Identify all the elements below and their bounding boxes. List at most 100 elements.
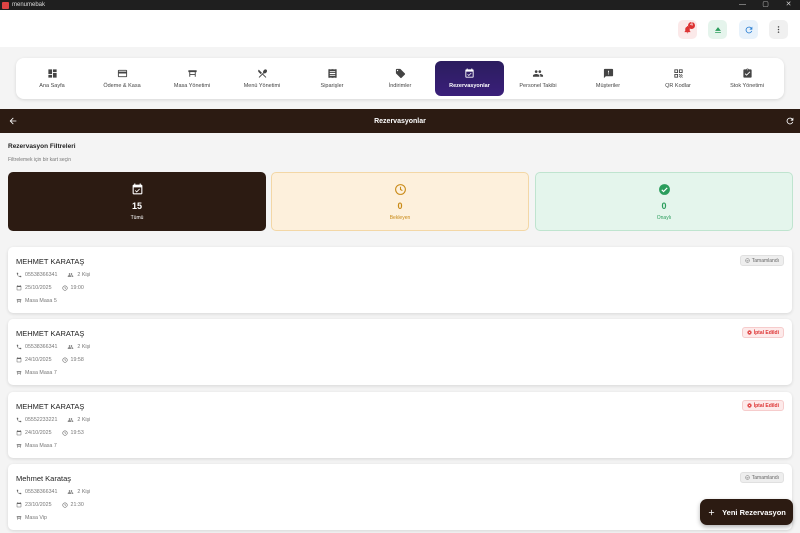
calendar-icon xyxy=(16,430,22,436)
nav-item-menu-yonetimi[interactable]: Menü Yönetimi xyxy=(232,61,292,96)
clock-icon xyxy=(394,183,406,195)
filter-count: 0 xyxy=(397,200,403,211)
nav-item-musteriler[interactable]: Müşteriler xyxy=(578,61,638,96)
status-badge: İptal Edildi xyxy=(741,327,784,338)
reservation-time: 21:30 xyxy=(70,502,84,508)
cancel-icon xyxy=(747,403,752,408)
people-icon xyxy=(68,345,74,349)
nav-item-qr-kodlar[interactable]: QR Kodlar xyxy=(648,61,708,96)
filters-subtitle: Filtrelemek için bir kart seçin xyxy=(8,157,72,163)
tag-icon xyxy=(395,68,405,79)
utensils-icon xyxy=(257,69,267,78)
new-reservation-button[interactable]: Yeni Rezervasyon xyxy=(700,499,793,525)
table-name: Masa Masa 7 xyxy=(25,443,57,449)
maximize-button[interactable]: ▢ xyxy=(754,0,777,10)
filter-label: Tümü xyxy=(130,214,144,221)
filter-count: 0 xyxy=(661,200,667,211)
page-header-bar: Rezervasyonlar xyxy=(0,109,800,133)
check-circle-outline-icon xyxy=(745,258,750,263)
calendar-check-icon xyxy=(465,68,474,78)
table-icon xyxy=(16,371,22,375)
plus-icon xyxy=(708,509,715,515)
notification-count-badge: 4 xyxy=(688,22,695,29)
table-name: Masa Vip xyxy=(25,515,47,521)
people-icon xyxy=(68,418,74,422)
phone-icon xyxy=(16,272,22,278)
nav-item-stok-yonetimi[interactable]: Stok Yönetimi xyxy=(716,61,778,96)
reservation-card[interactable]: MEHMET KARATAŞ 05538366341 2 Kişi 25/10/… xyxy=(8,247,792,313)
calendar-icon xyxy=(16,502,22,508)
clock-icon xyxy=(61,285,68,291)
filter-label: Onaylı xyxy=(656,214,672,221)
receipt-icon xyxy=(327,68,337,79)
more-options-button[interactable] xyxy=(769,20,788,39)
table-icon xyxy=(187,70,197,77)
table-icon xyxy=(16,299,22,303)
nav-item-indirimler[interactable]: İndirimler xyxy=(370,61,430,96)
phone-number: 05538366341 xyxy=(25,344,58,350)
status-badge: Tamamlandı xyxy=(739,255,784,266)
nav-item-ana-sayfa[interactable]: Ana Sayfa xyxy=(22,61,82,96)
nav-item-masa-yonetimi[interactable]: Masa Yönetimi xyxy=(162,61,222,96)
refresh-icon xyxy=(745,26,752,33)
calendar-icon xyxy=(16,285,22,291)
people-icon xyxy=(68,273,74,277)
party-size: 2 Kişi xyxy=(77,344,91,350)
table-icon xyxy=(16,516,22,520)
filter-label: Bekleyen xyxy=(389,214,411,221)
reservation-date: 24/10/2025 xyxy=(25,430,52,436)
upload-button[interactable] xyxy=(708,20,727,39)
nav-item-odeme-kasa[interactable]: Ödeme & Kasa xyxy=(92,61,152,96)
phone-icon xyxy=(16,417,22,423)
filters-title: Rezervasyon Filtreleri xyxy=(8,143,76,150)
back-arrow-icon[interactable] xyxy=(8,116,18,126)
table-icon xyxy=(16,444,22,448)
phone-icon xyxy=(16,344,22,350)
check-circle-outline-icon xyxy=(745,475,750,480)
clock-icon xyxy=(61,430,68,436)
reservation-date: 25/10/2025 xyxy=(25,285,52,291)
filter-card-all[interactable]: 15 Tümü xyxy=(8,172,266,231)
phone-icon xyxy=(16,489,22,495)
feedback-icon xyxy=(603,68,613,79)
table-name: Masa Masa 7 xyxy=(25,370,57,376)
nav-item-siparisler[interactable]: Siparişler xyxy=(302,61,362,96)
app-logo-icon xyxy=(2,1,9,9)
reservation-time: 19:58 xyxy=(70,357,84,363)
refresh-button[interactable] xyxy=(739,20,758,39)
page-title: Rezervasyonlar xyxy=(374,117,426,125)
people-icon xyxy=(68,490,74,494)
phone-number: 05538366341 xyxy=(25,489,58,495)
window-title-bar: menumebak — ▢ ✕ xyxy=(0,0,800,10)
eject-icon xyxy=(714,26,721,33)
reservation-time: 19:00 xyxy=(70,285,84,291)
reservation-card[interactable]: MEHMET KARATAŞ 05538366341 2 Kişi 24/10/… xyxy=(8,319,792,385)
reservation-date: 23/10/2025 xyxy=(25,502,52,508)
reservation-card[interactable]: Mehmet Karataş 05538366341 2 Kişi 23/10/… xyxy=(8,464,792,530)
reservation-time: 19:53 xyxy=(70,430,84,436)
filter-count: 15 xyxy=(131,200,142,211)
clipboard-check-icon xyxy=(742,68,752,78)
minimize-button[interactable]: — xyxy=(731,0,754,10)
qr-code-icon xyxy=(673,69,683,78)
close-window-button[interactable]: ✕ xyxy=(777,0,800,10)
app-header: 4 xyxy=(0,10,800,47)
customer-name: Mehmet Karataş xyxy=(16,474,72,483)
calendar-icon xyxy=(16,357,22,363)
more-vert-icon xyxy=(777,26,780,33)
cancel-icon xyxy=(747,330,752,335)
filter-card-approved[interactable]: 0 Onaylı xyxy=(535,172,793,231)
reservation-card[interactable]: MEHMET KARATAŞ 05552233221 2 Kişi 24/10/… xyxy=(8,392,792,458)
refresh-page-icon[interactable] xyxy=(785,116,795,126)
party-size: 2 Kişi xyxy=(77,489,91,495)
clock-icon xyxy=(61,357,68,363)
nav-item-personel-takibi[interactable]: Personel Takibi xyxy=(508,61,568,96)
reservation-date: 24/10/2025 xyxy=(25,357,52,363)
customer-name: MEHMET KARATAŞ xyxy=(16,329,85,338)
filter-card-pending[interactable]: 0 Bekleyen xyxy=(271,172,529,231)
notifications-button[interactable]: 4 xyxy=(678,20,697,39)
status-badge: İptal Edildi xyxy=(741,400,784,411)
party-size: 2 Kişi xyxy=(77,417,91,423)
nav-item-rezervasyonlar[interactable]: Rezervasyonlar xyxy=(435,61,504,96)
main-navigation: Ana Sayfa Ödeme & Kasa Masa Yönetimi Men… xyxy=(16,58,784,99)
